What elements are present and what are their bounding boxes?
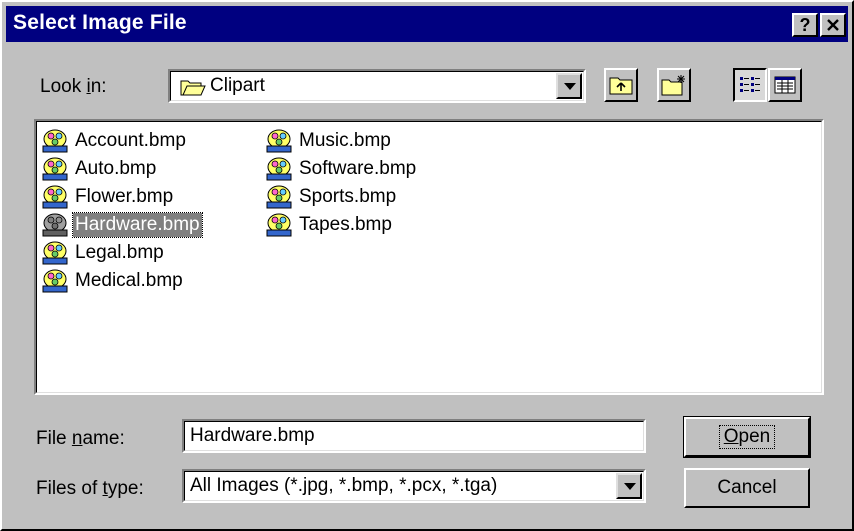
file-name-label: File name: xyxy=(36,428,125,449)
file-list-item-label: Music.bmp xyxy=(299,130,391,151)
files-of-type-label: Files of type: xyxy=(36,478,144,499)
file-list-item[interactable]: Account.bmp xyxy=(40,127,188,155)
file-list-item[interactable]: Tapes.bmp xyxy=(264,211,394,239)
file-list-item-label: Legal.bmp xyxy=(75,242,164,263)
select-image-file-dialog: Select Image File ? Look in: Clipart Acc… xyxy=(0,0,854,531)
file-name-value: Hardware.bmp xyxy=(190,425,315,446)
help-button[interactable]: ? xyxy=(792,13,818,37)
details-view-icon xyxy=(774,76,796,94)
cancel-button-label: Cancel xyxy=(717,477,777,498)
look-in-value: Clipart xyxy=(210,75,265,96)
folder-open-icon xyxy=(180,80,206,96)
look-in-dropdown-button[interactable] xyxy=(556,73,582,99)
file-list-item-label: Hardware.bmp xyxy=(72,212,203,238)
chevron-down-icon xyxy=(624,483,636,490)
close-icon xyxy=(827,19,839,31)
file-name-input[interactable]: Hardware.bmp xyxy=(182,419,646,453)
image-file-icon xyxy=(42,213,68,237)
list-view-icon xyxy=(740,77,760,92)
image-file-icon xyxy=(42,241,68,265)
files-of-type-combo[interactable]: All Images (*.jpg, *.bmp, *.pcx, *.tga) xyxy=(182,469,646,503)
help-icon: ? xyxy=(799,15,811,35)
file-list-item-label: Medical.bmp xyxy=(75,270,183,291)
file-list-item[interactable]: Medical.bmp xyxy=(40,267,185,295)
file-list-item[interactable]: Hardware.bmp xyxy=(40,211,203,239)
list-view-button[interactable] xyxy=(733,68,767,102)
look-in-label: Look in: xyxy=(40,76,107,97)
file-list-item-label: Software.bmp xyxy=(299,158,417,179)
file-list-item[interactable]: Legal.bmp xyxy=(40,239,166,267)
file-list-item[interactable]: Sports.bmp xyxy=(264,183,398,211)
window-title: Select Image File xyxy=(13,11,187,34)
image-file-icon xyxy=(42,185,68,209)
close-button[interactable] xyxy=(820,13,846,37)
up-one-level-button[interactable] xyxy=(604,68,638,102)
file-list-item-label: Sports.bmp xyxy=(299,186,397,207)
up-folder-icon xyxy=(609,77,633,95)
open-button-label: Open xyxy=(718,425,776,449)
create-new-folder-button[interactable] xyxy=(657,68,691,102)
file-list-item[interactable]: Music.bmp xyxy=(264,127,393,155)
image-file-icon xyxy=(266,129,292,153)
chevron-down-icon xyxy=(564,83,576,90)
image-file-icon xyxy=(42,269,68,293)
image-file-icon xyxy=(266,185,292,209)
details-view-button[interactable] xyxy=(768,68,802,102)
title-bar[interactable]: Select Image File ? xyxy=(6,6,848,42)
files-of-type-dropdown-button[interactable] xyxy=(616,473,642,499)
file-list-item[interactable]: Auto.bmp xyxy=(40,155,158,183)
look-in-combo[interactable]: Clipart xyxy=(168,69,586,103)
open-button[interactable]: Open xyxy=(683,416,811,458)
image-file-icon xyxy=(266,213,292,237)
files-of-type-value: All Images (*.jpg, *.bmp, *.pcx, *.tga) xyxy=(190,475,498,496)
image-file-icon xyxy=(266,157,292,181)
image-file-icon xyxy=(42,129,68,153)
file-list-item-label: Account.bmp xyxy=(75,130,186,151)
file-list[interactable]: Account.bmp Auto.bmp Flower.bmp Hardware.bm… xyxy=(34,119,824,395)
new-folder-icon xyxy=(661,75,685,96)
file-list-item[interactable]: Flower.bmp xyxy=(40,183,175,211)
file-list-item-label: Auto.bmp xyxy=(75,158,157,179)
image-file-icon xyxy=(42,157,68,181)
file-list-item-label: Flower.bmp xyxy=(75,186,174,207)
cancel-button[interactable]: Cancel xyxy=(684,468,810,508)
file-list-item-label: Tapes.bmp xyxy=(299,214,392,235)
file-list-item[interactable]: Software.bmp xyxy=(264,155,418,183)
